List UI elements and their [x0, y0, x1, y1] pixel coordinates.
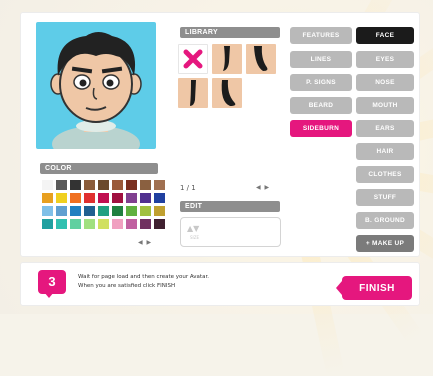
tab-hair[interactable]: HAIR	[356, 143, 414, 160]
color-swatch[interactable]	[126, 193, 137, 203]
color-pager[interactable]: ◀ ▶	[138, 239, 152, 246]
library-panel-title: LIBRARY	[180, 27, 280, 38]
sideburn-2-icon	[254, 46, 268, 71]
color-swatch[interactable]	[112, 193, 123, 203]
color-swatch[interactable]	[42, 180, 53, 190]
tab-face[interactable]: FACE	[356, 27, 414, 44]
color-swatch[interactable]	[140, 206, 151, 216]
color-swatch[interactable]	[84, 206, 95, 216]
color-swatch[interactable]	[98, 180, 109, 190]
tab-sideburn[interactable]: SIDEBURN	[290, 120, 352, 137]
color-swatch[interactable]	[42, 193, 53, 203]
sideburn-4-icon	[221, 80, 236, 106]
instruction-line-1: Wait for page load and then create your …	[78, 274, 209, 280]
sideburn-option-3[interactable]	[178, 78, 208, 108]
color-swatch[interactable]	[140, 219, 151, 229]
color-swatch-grid	[42, 180, 165, 229]
color-swatch[interactable]	[126, 219, 137, 229]
color-swatch[interactable]	[70, 206, 81, 216]
step-badge-tail	[44, 292, 54, 298]
tab-beard[interactable]: BEARD	[290, 97, 352, 114]
sideburn-option-4[interactable]	[212, 78, 242, 108]
color-swatch[interactable]	[140, 193, 151, 203]
tab-ears[interactable]: EARS	[356, 120, 414, 137]
instruction-line-2: When you are satisfied click FINISH	[78, 283, 176, 289]
color-swatch[interactable]	[154, 206, 165, 216]
remove-item-button[interactable]	[178, 44, 208, 74]
tab-mouth[interactable]: MOUTH	[356, 97, 414, 114]
color-swatch[interactable]	[70, 180, 81, 190]
tab-stuff[interactable]: STUFF	[356, 189, 414, 206]
color-swatch[interactable]	[154, 219, 165, 229]
tab-eyes[interactable]: EYES	[356, 51, 414, 68]
sideburn-3-icon	[190, 80, 196, 106]
color-swatch[interactable]	[112, 180, 123, 190]
library-page-counter: 1 / 1	[180, 184, 196, 192]
avatar-preview	[36, 22, 156, 149]
instruction-text: Wait for page load and then create your …	[78, 273, 318, 291]
library-pager[interactable]: ◀ ▶	[256, 184, 270, 191]
tab-b-ground[interactable]: B. GROUND	[356, 212, 414, 229]
color-swatch[interactable]	[56, 206, 67, 216]
step-badge: 3	[38, 270, 66, 294]
color-swatch[interactable]	[56, 219, 67, 229]
color-swatch[interactable]	[154, 193, 165, 203]
tab-clothes[interactable]: CLOTHES	[356, 166, 414, 183]
color-swatch[interactable]	[112, 206, 123, 216]
color-swatch[interactable]	[140, 180, 151, 190]
color-swatch[interactable]	[98, 193, 109, 203]
tab-features[interactable]: FEATURES	[290, 27, 352, 44]
color-swatch[interactable]	[56, 193, 67, 203]
color-swatch[interactable]	[112, 219, 123, 229]
sideburn-option-2[interactable]	[246, 44, 276, 74]
sideburn-option-1[interactable]	[212, 44, 242, 74]
tab-p-signs[interactable]: P. SIGNS	[290, 74, 352, 91]
color-swatch[interactable]	[84, 180, 95, 190]
color-swatch[interactable]	[70, 193, 81, 203]
color-panel-title: COLOR	[40, 163, 158, 174]
sideburn-1-icon	[223, 46, 230, 71]
library-grid	[178, 44, 282, 108]
color-swatch[interactable]	[84, 193, 95, 203]
tab-make-up[interactable]: + MAKE UP	[356, 235, 414, 252]
finish-button[interactable]: FINISH	[342, 276, 412, 300]
color-swatch[interactable]	[70, 219, 81, 229]
color-swatch[interactable]	[98, 219, 109, 229]
tab-lines[interactable]: LINES	[290, 51, 352, 68]
edit-panel-title: EDIT	[180, 201, 280, 212]
color-swatch[interactable]	[126, 180, 137, 190]
edit-size-label: SIZE	[190, 235, 199, 240]
color-swatch[interactable]	[42, 219, 53, 229]
color-swatch[interactable]	[126, 206, 137, 216]
edit-controls: ▲▼ SIZE	[180, 217, 281, 247]
avatar-face-icon	[50, 32, 142, 149]
size-arrows-icon[interactable]: ▲▼	[187, 224, 199, 233]
color-swatch[interactable]	[84, 219, 95, 229]
tab-nose[interactable]: NOSE	[356, 74, 414, 91]
color-swatch[interactable]	[98, 206, 109, 216]
remove-icon	[183, 49, 203, 69]
color-swatch[interactable]	[154, 180, 165, 190]
color-swatch[interactable]	[42, 206, 53, 216]
color-swatch[interactable]	[56, 180, 67, 190]
